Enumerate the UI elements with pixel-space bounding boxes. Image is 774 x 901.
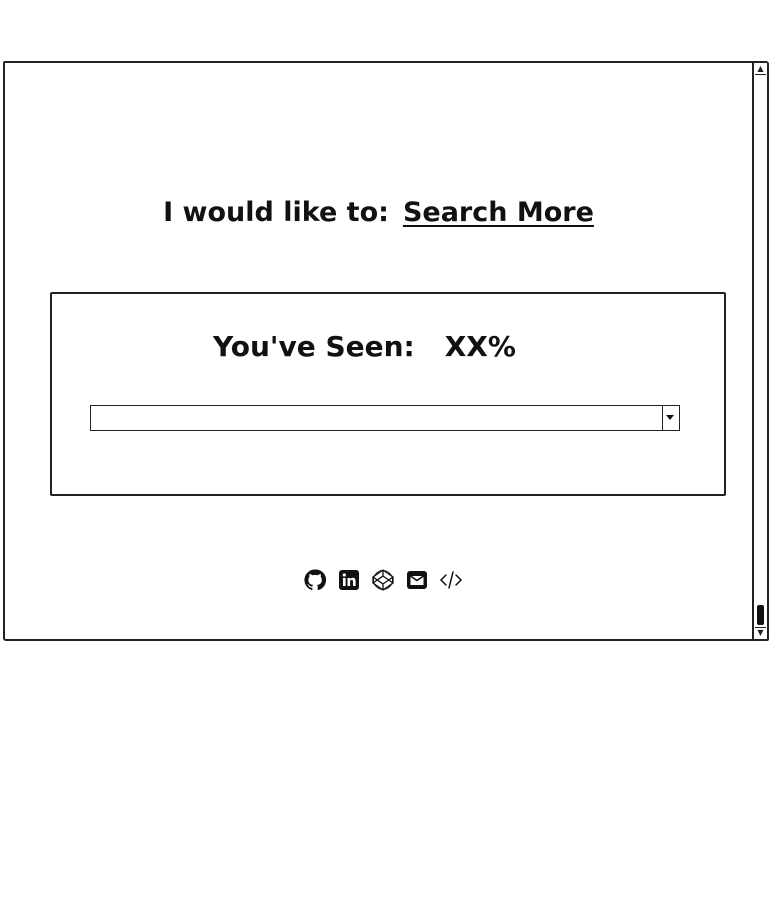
progress-panel: You've Seen: XX% xyxy=(50,292,726,496)
seen-heading: You've Seen: XX% xyxy=(213,330,516,363)
title-lead: I would like to: xyxy=(163,197,389,228)
github-icon[interactable] xyxy=(303,568,327,592)
scroll-up-icon[interactable]: ▲ xyxy=(755,64,766,75)
scroll-thumb[interactable] xyxy=(757,605,764,625)
code-icon[interactable] xyxy=(439,568,463,592)
linkedin-icon[interactable] xyxy=(337,568,361,592)
app-window: I would like to: Search More You've Seen:… xyxy=(3,61,769,641)
codepen-icon[interactable] xyxy=(371,568,395,592)
chevron-down-icon[interactable] xyxy=(662,406,679,430)
seen-percentage: XX% xyxy=(444,330,516,363)
social-links xyxy=(303,568,463,592)
search-more-link[interactable]: Search More xyxy=(403,197,594,228)
scroll-down-icon[interactable]: ▼ xyxy=(755,627,766,638)
seen-label: You've Seen: xyxy=(213,330,415,363)
vertical-scrollbar[interactable]: ▲ ▼ xyxy=(752,63,767,639)
page-title: I would like to: Search More xyxy=(5,197,752,228)
email-icon[interactable] xyxy=(405,568,429,592)
item-select-dropdown[interactable] xyxy=(90,405,680,431)
